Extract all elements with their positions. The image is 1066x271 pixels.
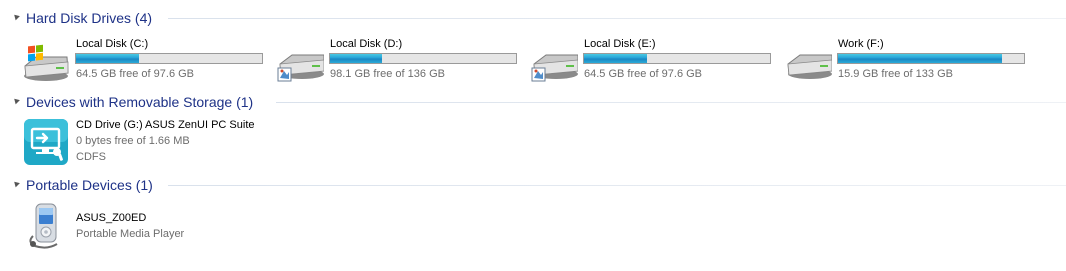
drive-item-c[interactable]: Local Disk (C:) 64.5 GB free of 97.6 GB (22, 38, 272, 84)
group-title: Hard Disk Drives (4) (26, 10, 153, 26)
drive-name: Work (F:) (838, 38, 884, 50)
device-free-space: 0 bytes free of 1.66 MB (76, 135, 190, 147)
group-header-removable-storage[interactable]: Devices with Removable Storage (1) (0, 93, 1066, 111)
device-name: ASUS_Z00ED (76, 212, 147, 224)
hard-drive-icon (531, 54, 578, 82)
drive-name: Local Disk (C:) (76, 38, 149, 50)
cd-drive-item-g[interactable]: CD Drive (G:) ASUS ZenUI PC Suite 0 byte… (22, 118, 292, 168)
group-divider (276, 102, 1066, 103)
group-divider (168, 18, 1066, 19)
drive-usage-bar (329, 53, 517, 64)
drive-item-d[interactable]: Local Disk (D:) 98.1 GB free of 136 GB (276, 38, 526, 84)
collapse-triangle-icon[interactable] (12, 179, 20, 188)
drive-usage-bar (837, 53, 1025, 64)
drive-free-space: 15.9 GB free of 133 GB (838, 68, 953, 80)
drive-name: Local Disk (D:) (330, 38, 403, 50)
drive-free-space: 64.5 GB free of 97.6 GB (584, 68, 703, 80)
portable-media-player-icon (29, 203, 58, 249)
drive-usage-fill (838, 54, 1002, 63)
collapse-triangle-icon[interactable] (12, 96, 20, 105)
group-header-hard-disk-drives[interactable]: Hard Disk Drives (4) (0, 9, 1066, 27)
drive-free-space: 64.5 GB free of 97.6 GB (76, 68, 195, 80)
drive-usage-bar (583, 53, 771, 64)
portable-device-item[interactable]: ASUS_Z00ED Portable Media Player (22, 203, 222, 254)
hard-drive-icon (787, 54, 832, 79)
device-type: Portable Media Player (76, 228, 185, 240)
drive-usage-bar (75, 53, 263, 64)
hard-drive-icon (277, 54, 324, 82)
device-name: CD Drive (G:) ASUS ZenUI PC Suite (76, 119, 255, 131)
drive-usage-fill (76, 54, 140, 63)
drive-usage-fill (330, 54, 383, 63)
group-title: Devices with Removable Storage (1) (26, 94, 254, 110)
drive-usage-fill (584, 54, 648, 63)
device-file-system: CDFS (76, 151, 106, 163)
zenui-cd-drive-icon (24, 119, 68, 165)
group-title: Portable Devices (1) (26, 177, 153, 193)
group-divider (168, 185, 1066, 186)
drive-item-f[interactable]: Work (F:) 15.9 GB free of 133 GB (784, 38, 1034, 84)
collapse-triangle-icon[interactable] (12, 12, 20, 21)
system-drive-icon (24, 44, 69, 81)
group-header-portable-devices[interactable]: Portable Devices (1) (0, 176, 1066, 194)
drive-free-space: 98.1 GB free of 136 GB (330, 68, 445, 80)
drive-item-e[interactable]: Local Disk (E:) 64.5 GB free of 97.6 GB (530, 38, 780, 84)
drive-name: Local Disk (E:) (584, 38, 656, 50)
